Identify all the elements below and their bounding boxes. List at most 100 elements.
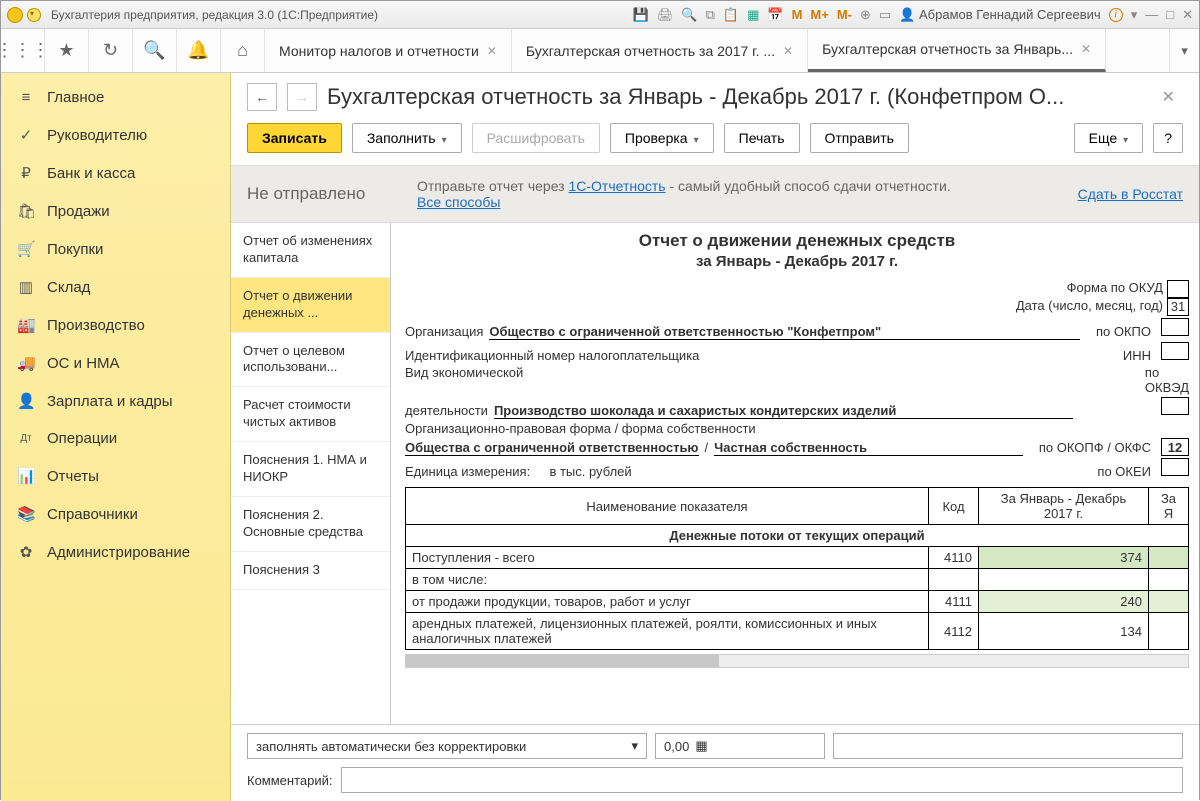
back-button[interactable]: ← (247, 83, 277, 111)
sidebar-item-manager[interactable]: ✓ Руководителю (1, 116, 230, 154)
fill-button[interactable]: Заполнить▾ (352, 123, 462, 153)
extra-field[interactable] (833, 733, 1183, 759)
calc-icon[interactable]: ▦ (695, 738, 707, 754)
more-button[interactable]: Еще▾ (1074, 123, 1144, 153)
report-section-notes2[interactable]: Пояснения 2. Основные средства (231, 497, 390, 552)
sidebar-item-label: Производство (47, 317, 145, 334)
row-value2[interactable] (1149, 591, 1189, 613)
print-button[interactable]: Печать (724, 123, 800, 153)
okud-cell[interactable] (1167, 280, 1189, 298)
okopf-cell[interactable]: 12 (1161, 438, 1189, 456)
report-section-targeted[interactable]: Отчет о целевом использовани... (231, 333, 390, 388)
forward-button[interactable]: → (287, 83, 317, 111)
sidebar-item-reports[interactable]: 📊Отчеты (1, 457, 230, 495)
truck-icon: 🚚 (17, 354, 35, 372)
maximize-icon[interactable]: □ (1166, 7, 1174, 22)
history-icon[interactable]: ↻ (89, 29, 133, 72)
memory-mplus[interactable]: M+ (810, 7, 828, 22)
row-value2[interactable] (1149, 613, 1189, 650)
okei-cell[interactable] (1161, 458, 1189, 476)
close-icon[interactable]: ✕ (1081, 42, 1091, 56)
save-icon[interactable]: 💾 (633, 7, 649, 23)
report-section-notes3[interactable]: Пояснения 3 (231, 552, 390, 590)
sidebar-item-label: Операции (47, 430, 117, 447)
okved-cell[interactable] (1161, 397, 1189, 415)
check-button[interactable]: Проверка▾ (610, 123, 714, 153)
notifications-icon[interactable]: 🔔 (177, 29, 221, 72)
dropdown-icon[interactable]: ▾ (1131, 7, 1138, 23)
favorite-icon[interactable]: ★ (45, 29, 89, 72)
form-value2[interactable]: Частная собственность (714, 440, 1023, 456)
report-section-netassets[interactable]: Расчет стоимости чистых активов (231, 387, 390, 442)
print-icon[interactable]: 🖨 (657, 7, 674, 23)
row-value2[interactable] (1149, 547, 1189, 569)
row-value[interactable]: 374 (979, 547, 1149, 569)
tab-monitor[interactable]: Монитор налогов и отчетности✕ (265, 29, 512, 72)
section-header: Денежные потоки от текущих операций (406, 525, 1189, 547)
sidebar-item-sales[interactable]: 🛍Продажи (1, 192, 230, 230)
decode-button[interactable]: Расшифровать (472, 123, 600, 153)
okopf-label: по ОКОПФ / ОКФС (1029, 440, 1151, 455)
save-button[interactable]: Записать (247, 123, 342, 153)
sidebar-item-label: Руководителю (47, 127, 147, 144)
home-button[interactable]: ⌂ (221, 29, 265, 72)
sidebar-item-purchases[interactable]: 🛒Покупки (1, 230, 230, 268)
clipboard-icon[interactable]: 📋 (723, 7, 739, 23)
org-value[interactable]: Общество с ограниченной ответственностью… (489, 324, 1080, 340)
date-cell[interactable]: 31 (1167, 298, 1189, 316)
apps-icon[interactable]: ⋮⋮⋮ (1, 29, 45, 72)
sidebar-item-bank[interactable]: ₽Банк и касса (1, 154, 230, 192)
info-icon[interactable]: i (1109, 8, 1123, 22)
link-1c-reporting[interactable]: 1С-Отчетность (568, 178, 665, 194)
tab-report-2017[interactable]: Бухгалтерская отчетность за 2017 г. ...✕ (512, 29, 808, 72)
comment-input[interactable] (341, 767, 1184, 793)
send-button[interactable]: Отправить (810, 123, 909, 153)
minimize-icon[interactable]: — (1145, 7, 1158, 22)
row-value[interactable]: 240 (979, 591, 1149, 613)
okpo-cell[interactable] (1161, 318, 1189, 336)
fill-mode-select[interactable]: заполнять автоматически без корректировк… (247, 733, 647, 759)
close-icon[interactable]: ✕ (487, 44, 497, 58)
tabs-overflow[interactable]: ▾ (1169, 29, 1199, 72)
sidebar-item-warehouse[interactable]: ▥Склад (1, 268, 230, 306)
row-value[interactable]: 134 (979, 613, 1149, 650)
sidebar-item-admin[interactable]: ✿Администрирование (1, 533, 230, 571)
sidebar-item-operations[interactable]: ДтОперации (1, 420, 230, 457)
tab-bar: Монитор налогов и отчетности✕ Бухгалтерс… (265, 29, 1169, 72)
inn-cell[interactable] (1161, 342, 1189, 360)
app-menu-dropdown[interactable] (27, 8, 41, 22)
link-send-rosstat[interactable]: Сдать в Росстат (1078, 186, 1183, 202)
link-all-methods[interactable]: Все способы (417, 194, 500, 210)
amount-field[interactable]: 0,00▦ (655, 733, 825, 759)
okei-label: по ОКЕИ (1087, 464, 1151, 479)
help-button[interactable]: ? (1153, 123, 1183, 153)
zoom-icon[interactable]: ⊕ (860, 7, 871, 23)
memory-mminus[interactable]: M- (837, 7, 852, 22)
calendar-icon[interactable]: ▦ (747, 7, 759, 23)
sidebar-item-hr[interactable]: 👤Зарплата и кадры (1, 382, 230, 420)
close-window-icon[interactable]: ✕ (1182, 7, 1193, 23)
compare-icon[interactable]: ⧉ (706, 7, 715, 23)
sidebar-item-dictionaries[interactable]: 📚Справочники (1, 495, 230, 533)
report-section-notes1[interactable]: Пояснения 1. НМА и НИОКР (231, 442, 390, 497)
report-section-cashflow[interactable]: Отчет о движении денежных ... (231, 278, 390, 333)
sidebar-item-label: Отчеты (47, 468, 99, 485)
window-icon[interactable]: ▭ (879, 7, 891, 23)
sidebar-item-production[interactable]: 🏭Производство (1, 306, 230, 344)
close-page-icon[interactable]: ✕ (1154, 83, 1183, 111)
table-row: Поступления - всего 4110 374 (406, 547, 1189, 569)
close-icon[interactable]: ✕ (783, 44, 793, 58)
sidebar-item-assets[interactable]: 🚚ОС и НМА (1, 344, 230, 382)
activity-value[interactable]: Производство шоколада и сахаристых конди… (494, 403, 1073, 419)
form-value1[interactable]: Общества с ограниченной ответственностью (405, 440, 699, 456)
preview-icon[interactable]: 🔍 (681, 7, 697, 23)
memory-m[interactable]: M (792, 7, 803, 22)
user-name[interactable]: 👤 Абрамов Геннадий Сергеевич (899, 7, 1101, 23)
chart-icon: ✓ (17, 126, 35, 144)
search-icon[interactable]: 🔍 (133, 29, 177, 72)
sidebar-item-main[interactable]: ≡Главное (1, 79, 230, 116)
tab-report-jan[interactable]: Бухгалтерская отчетность за Январь...✕ (808, 29, 1106, 72)
horizontal-scrollbar[interactable] (405, 654, 1189, 668)
report-section-capital[interactable]: Отчет об изменениях капитала (231, 223, 390, 278)
calendar31-icon[interactable]: 📅 (767, 7, 783, 23)
